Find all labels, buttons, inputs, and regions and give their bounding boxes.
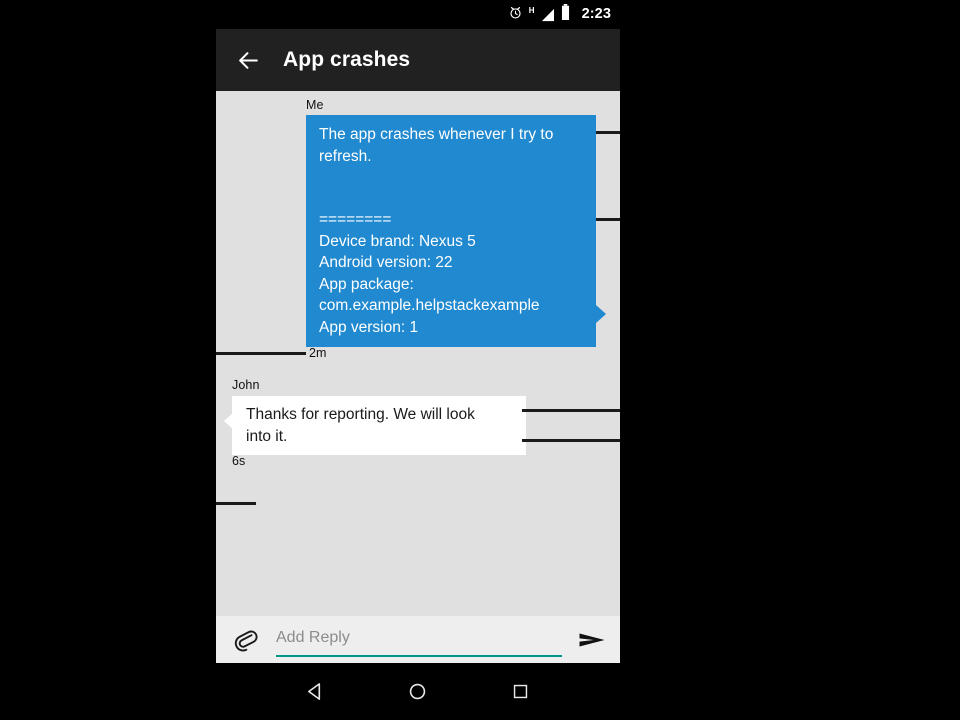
alarm-icon	[508, 5, 523, 25]
reply-input-container[interactable]	[276, 622, 562, 657]
annotation-leader-line	[596, 131, 620, 134]
reply-input-underline	[276, 654, 562, 657]
nav-recents-square-icon[interactable]	[504, 675, 538, 709]
reply-composer	[216, 616, 620, 663]
system-navigation-bar	[216, 663, 620, 720]
app-package-value-text: com.example.helpstackexample	[319, 297, 540, 314]
message-divider-text: ========	[319, 211, 392, 228]
nav-home-circle-icon[interactable]	[401, 675, 435, 709]
message-blank-space	[319, 167, 584, 209]
arrow-back-icon[interactable]	[233, 45, 263, 75]
status-bar-clock: 2:23	[581, 6, 611, 23]
annotation-leader-line	[596, 218, 620, 221]
page-title: App crashes	[283, 48, 411, 71]
message-timestamp: 2m	[309, 346, 327, 360]
network-type-label: H	[528, 5, 535, 15]
message-text-line: Thanks for reporting. We will look	[246, 406, 475, 423]
annotation-leader-line	[216, 502, 256, 505]
app-package-label-text: App package:	[319, 275, 414, 293]
battery-icon	[561, 4, 570, 25]
status-bar: H 2:23	[216, 0, 620, 29]
message-bubble-outgoing[interactable]: The app crashes whenever I try to refres…	[306, 115, 596, 347]
paperclip-icon[interactable]	[231, 625, 261, 655]
message-timestamp: 6s	[232, 454, 246, 468]
annotation-leader-line	[522, 439, 620, 442]
conversation-list[interactable]: Me The app crashes whenever I try to ref…	[216, 91, 620, 616]
reply-input[interactable]	[276, 622, 562, 653]
android-version-text: Android version: 22	[319, 254, 453, 271]
incoming-bubble-tail	[224, 412, 234, 430]
annotation-leader-line	[522, 409, 620, 412]
signal-icon	[540, 8, 555, 22]
message-sender-label: Me	[306, 98, 324, 112]
device-brand-text: Device brand: Nexus 5	[319, 232, 476, 250]
outgoing-bubble-tail	[596, 305, 606, 323]
message-bubble-incoming[interactable]: Thanks for reporting. We will look into …	[232, 396, 526, 455]
message-sender-label: John	[232, 378, 260, 392]
status-bar-icons: H 2:23	[508, 4, 611, 25]
message-text-line: into it.	[246, 427, 288, 445]
message-text-line: refresh.	[319, 147, 372, 165]
message-text-line: The app crashes whenever I try to	[319, 126, 554, 143]
app-toolbar: App crashes	[216, 29, 620, 91]
phone-device-frame: H 2:23 App crashes Me The app crashes wh…	[216, 0, 620, 720]
send-icon[interactable]	[576, 624, 608, 656]
nav-back-triangle-icon[interactable]	[298, 675, 332, 709]
app-version-text: App version: 1	[319, 318, 419, 336]
annotation-leader-line	[216, 352, 306, 355]
